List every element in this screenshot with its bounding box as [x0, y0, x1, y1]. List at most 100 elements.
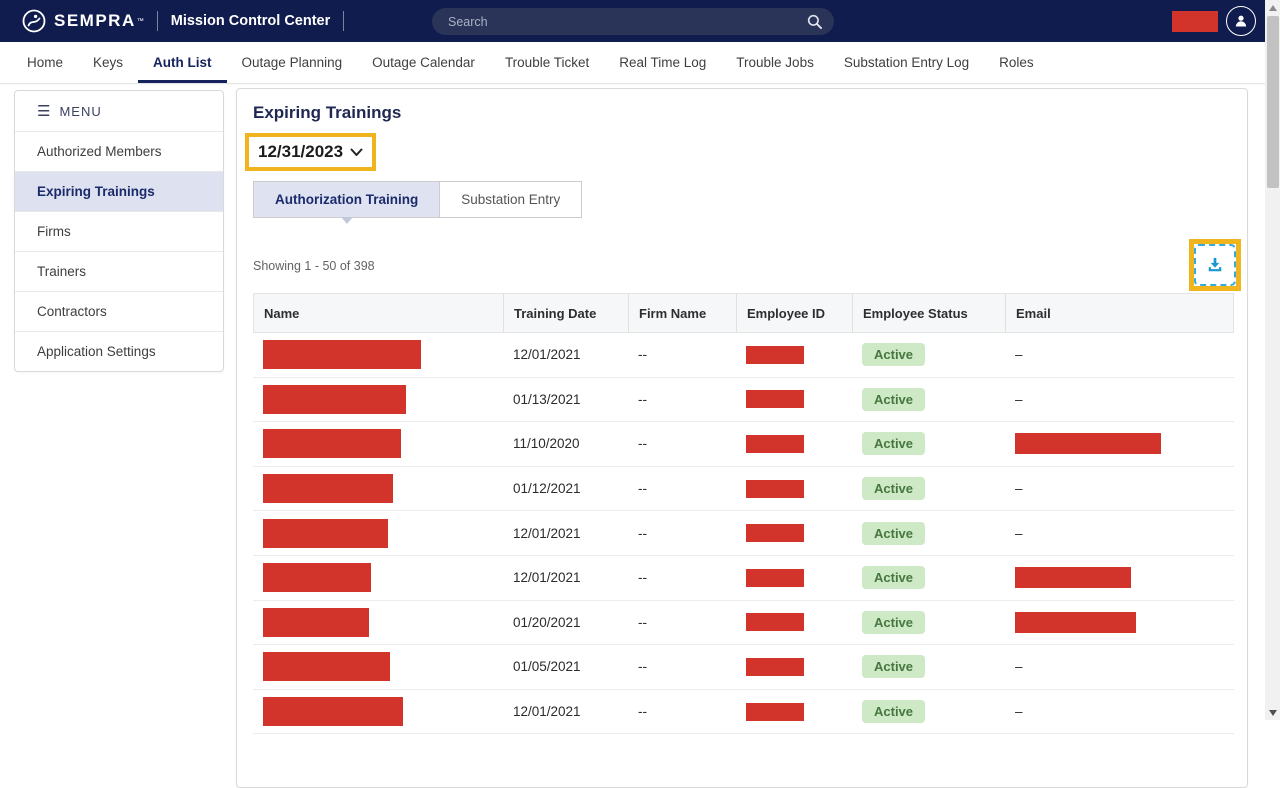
- cell-employee-status: Active: [852, 378, 1005, 422]
- table-row: 01/20/2021 -- Active: [253, 601, 1234, 646]
- cell-name: [253, 378, 503, 422]
- redacted-employee-id: [746, 568, 804, 587]
- redacted-name: [263, 429, 401, 459]
- app-title: Mission Control Center: [170, 13, 331, 29]
- column-header-firm-name: Firm Name: [629, 294, 737, 332]
- chevron-down-icon: [350, 148, 363, 156]
- cell-name: [253, 601, 503, 645]
- column-header-employee-status: Employee Status: [853, 294, 1006, 332]
- sidebar-menu-header[interactable]: ☰ MENU: [15, 91, 223, 131]
- cell-name: [253, 333, 503, 377]
- nav-item-substation-entry-log[interactable]: Substation Entry Log: [829, 42, 984, 83]
- redacted-name: [263, 474, 393, 504]
- cell-firm-name: --: [638, 614, 647, 630]
- scrollbar-down-arrow[interactable]: [1265, 705, 1280, 720]
- cell-firm-name: --: [638, 659, 647, 675]
- cell-employee-status: Active: [852, 511, 1005, 555]
- scrollbar-up-arrow[interactable]: [1265, 0, 1280, 15]
- scrollbar-thumb[interactable]: [1266, 16, 1279, 188]
- page-scrollbar[interactable]: [1265, 0, 1280, 720]
- sidebar-item-contractors[interactable]: Contractors: [15, 291, 223, 331]
- cell-employee-id: [736, 601, 852, 645]
- redacted-name: [263, 607, 369, 637]
- redacted-user-info: [1172, 10, 1218, 32]
- nav-item-roles[interactable]: Roles: [984, 42, 1049, 83]
- table-row: 01/13/2021 -- Active –: [253, 378, 1234, 423]
- table-row: 12/01/2021 -- Active: [253, 556, 1234, 601]
- cell-firm-name: --: [638, 481, 647, 497]
- redacted-name: [263, 340, 421, 370]
- status-badge: Active: [862, 521, 926, 545]
- cell-email: –: [1015, 525, 1023, 541]
- topbar-divider: [156, 11, 158, 31]
- redacted-employee-id: [746, 702, 804, 721]
- redacted-name: [263, 652, 390, 682]
- tab-substation-entry[interactable]: Substation Entry: [440, 181, 583, 218]
- cell-employee-status: Active: [852, 333, 1005, 377]
- column-header-employee-id: Employee ID: [737, 294, 853, 332]
- nav-item-trouble-jobs[interactable]: Trouble Jobs: [721, 42, 829, 83]
- cell-training-date: 12/01/2021: [513, 525, 581, 541]
- redacted-employee-id: [746, 479, 804, 498]
- cell-employee-id: [736, 467, 852, 511]
- nav-item-keys[interactable]: Keys: [78, 42, 138, 83]
- redacted-name: [263, 384, 406, 414]
- download-button[interactable]: [1194, 244, 1236, 286]
- sidebar-item-trainers[interactable]: Trainers: [15, 251, 223, 291]
- cell-training-date: 01/12/2021: [513, 481, 581, 497]
- redacted-employee-id: [746, 613, 804, 632]
- search-icon[interactable]: [807, 14, 822, 29]
- table-row: 01/05/2021 -- Active –: [253, 645, 1234, 690]
- expiration-date-dropdown[interactable]: 12/31/2023: [249, 137, 373, 167]
- sidebar-item-authorized-members[interactable]: Authorized Members: [15, 131, 223, 171]
- cell-email: –: [1015, 659, 1023, 675]
- status-badge: Active: [862, 477, 926, 501]
- search-bar[interactable]: [432, 8, 834, 35]
- sidebar-items: Authorized Members Expiring Trainings Firm…: [15, 131, 223, 371]
- table-row: 12/01/2021 -- Active –: [253, 690, 1234, 735]
- status-badge: Active: [862, 566, 926, 590]
- sidebar-item-application-settings[interactable]: Application Settings: [15, 331, 223, 371]
- tab-authorization-training[interactable]: Authorization Training: [253, 181, 441, 224]
- nav-item-real-time-log[interactable]: Real Time Log: [604, 42, 721, 83]
- brand-group: SEMPRA ™ Mission Control Center: [22, 9, 357, 33]
- sidebar-item-expiring-trainings[interactable]: Expiring Trainings: [15, 171, 223, 211]
- status-badge: Active: [862, 432, 926, 456]
- status-badge: Active: [862, 610, 926, 634]
- highlight-annotation-date: 12/31/2023: [245, 133, 377, 171]
- topbar-divider: [343, 11, 345, 31]
- sempra-logo-icon: [22, 9, 46, 33]
- nav-item-home[interactable]: Home: [12, 42, 78, 83]
- menu-label: MENU: [59, 103, 102, 119]
- cell-firm-name: --: [638, 525, 647, 541]
- cell-email: [1005, 556, 1234, 600]
- topbar-right: [1172, 0, 1256, 42]
- cell-name: [253, 422, 503, 466]
- cell-training-date: 01/05/2021: [513, 659, 581, 675]
- brand-trademark: ™: [136, 17, 144, 25]
- column-header-email: Email: [1016, 305, 1051, 321]
- showing-count-text: Showing 1 - 50 of 398: [253, 259, 375, 273]
- redacted-email: [1015, 567, 1131, 589]
- cell-firm-name: --: [638, 570, 647, 586]
- search-input[interactable]: [432, 14, 807, 29]
- nav-item-outage-calendar[interactable]: Outage Calendar: [357, 42, 490, 83]
- cell-employee-id: [736, 645, 852, 689]
- nav-item-outage-planning[interactable]: Outage Planning: [227, 42, 358, 83]
- cell-email: –: [1015, 704, 1023, 720]
- cell-employee-id: [736, 333, 852, 377]
- nav-item-auth-list[interactable]: Auth List: [138, 42, 227, 83]
- column-header-training-date: Training Date: [504, 294, 629, 332]
- nav-item-trouble-ticket[interactable]: Trouble Ticket: [490, 42, 604, 83]
- sidebar-item-firms[interactable]: Firms: [15, 211, 223, 251]
- cell-employee-id: [736, 511, 852, 555]
- user-avatar-button[interactable]: [1226, 6, 1256, 36]
- cell-employee-status: Active: [852, 422, 1005, 466]
- status-badge: Active: [862, 655, 926, 679]
- cell-firm-name: --: [638, 436, 647, 452]
- cell-email: –: [1015, 481, 1023, 497]
- page-title: Expiring Trainings: [253, 103, 402, 122]
- redacted-employee-id: [746, 524, 804, 543]
- table-row: 12/01/2021 -- Active –: [253, 333, 1234, 378]
- cell-name: [253, 645, 503, 689]
